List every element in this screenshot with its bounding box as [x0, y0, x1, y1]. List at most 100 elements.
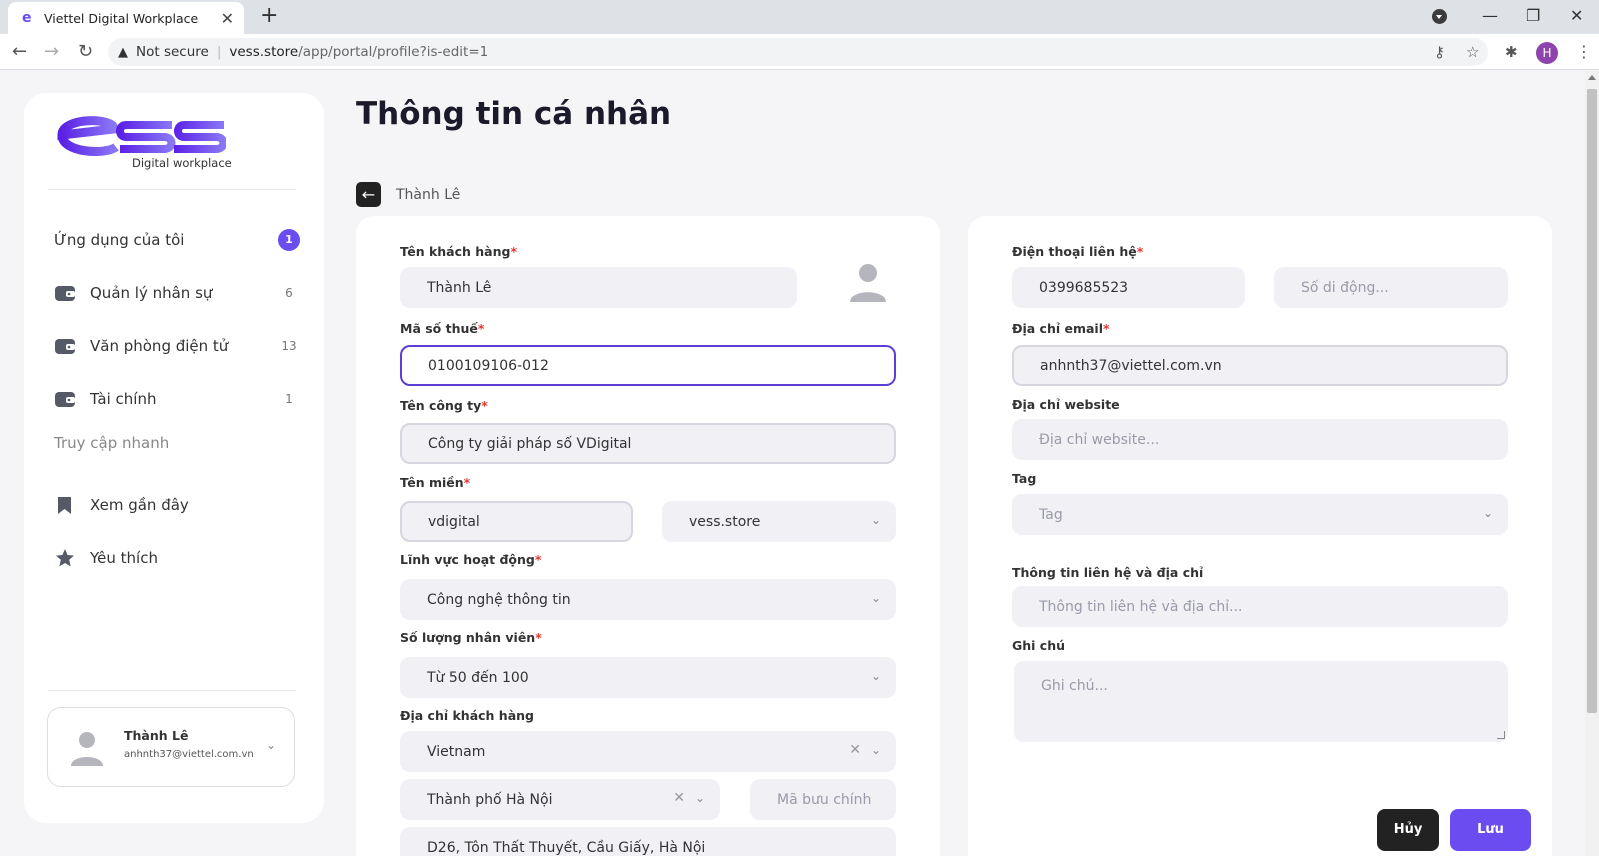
- note-label: Ghi chú: [1012, 638, 1066, 653]
- contact-info-input[interactable]: Thông tin liên hệ và địa chỉ...: [1012, 586, 1508, 627]
- scroll-up-icon[interactable]: [1588, 75, 1596, 80]
- star-icon: [56, 549, 74, 567]
- cancel-button[interactable]: Hủy: [1377, 809, 1439, 851]
- company-name-input[interactable]: Công ty giải pháp số VDigital: [400, 423, 896, 464]
- customer-name-label: Tên khách hàng*: [400, 244, 517, 259]
- placeholder-text: Mã bưu chính: [777, 791, 872, 808]
- back-button[interactable]: ←: [356, 182, 381, 207]
- browser-toolbar: ← → ↻ ▲ Not secure | vess.store /app/por…: [0, 34, 1599, 70]
- close-window-icon[interactable]: ✕: [1570, 6, 1583, 25]
- scrollbar-thumb[interactable]: [1587, 89, 1597, 713]
- website-label: Địa chỉ website: [1012, 397, 1120, 412]
- select-value: Thành phố Hà Nội: [427, 791, 553, 808]
- wallet-icon: [55, 392, 75, 407]
- placeholder-text: Ghi chú...: [1041, 678, 1108, 694]
- page-title: Thông tin cá nhân: [356, 96, 672, 132]
- sidebar-item-hr[interactable]: Quản lý nhân sự 6: [54, 276, 300, 310]
- website-input[interactable]: Địa chỉ website...: [1012, 419, 1508, 460]
- placeholder-text: Địa chỉ website...: [1039, 431, 1160, 448]
- city-select[interactable]: Thành phố Hà Nội ✕ ⌄: [400, 779, 720, 820]
- forward-arrow-icon[interactable]: →: [44, 41, 59, 62]
- profile-avatar[interactable]: H: [1536, 42, 1558, 64]
- mobile-input[interactable]: Số di động...: [1274, 267, 1508, 308]
- placeholder-text: Thông tin liên hệ và địa chỉ...: [1039, 598, 1243, 615]
- wallet-icon: [55, 339, 75, 354]
- address-bar[interactable]: ▲ Not secure | vess.store /app/portal/pr…: [108, 38, 1488, 66]
- sidebar-item-recent[interactable]: Xem gần đây: [54, 488, 300, 522]
- url-host: vess.store: [229, 44, 299, 60]
- wallet-icon: [55, 286, 75, 301]
- customer-name-input[interactable]: Thành Lê: [400, 267, 797, 308]
- required-mark: *: [1136, 244, 1144, 259]
- phone-label: Điện thoại liên hệ*: [1012, 244, 1143, 259]
- chevron-down-icon: ⌄: [1482, 506, 1493, 520]
- sidebar-item-label: Xem gần đây: [90, 496, 189, 514]
- domain-input[interactable]: vdigital: [400, 501, 633, 542]
- label-text: Địa chỉ email: [1012, 321, 1103, 336]
- select-value: vess.store: [689, 513, 761, 530]
- tab-title: Viettel Digital Workplace: [44, 10, 199, 26]
- email-input[interactable]: anhnth37@viettel.com.vn: [1012, 345, 1508, 386]
- chevron-down-icon: ⌄: [870, 669, 881, 683]
- resize-handle[interactable]: [1497, 731, 1505, 739]
- avatar-upload-icon[interactable]: [848, 262, 888, 302]
- company-name-label: Tên công ty*: [400, 398, 488, 413]
- country-select[interactable]: Vietnam ✕ ⌄: [400, 731, 896, 772]
- required-mark: *: [1103, 321, 1110, 336]
- chevron-down-icon[interactable]: ⌄: [266, 738, 276, 752]
- close-tab-icon[interactable]: ✕: [221, 9, 234, 28]
- new-tab-icon[interactable]: +: [260, 5, 278, 27]
- browser-tab[interactable]: e Viettel Digital Workplace ✕: [8, 2, 244, 34]
- employees-select[interactable]: Từ 50 đến 100 ⌄: [400, 657, 896, 698]
- my-apps-badge: 1: [278, 229, 300, 251]
- chevron-down-icon: ⌄: [870, 591, 881, 605]
- clear-icon[interactable]: ✕: [849, 742, 861, 758]
- save-button[interactable]: Lưu: [1450, 809, 1531, 851]
- domain-suffix-select[interactable]: vess.store ⌄: [662, 501, 896, 542]
- tax-code-input[interactable]: 0100109106-012: [400, 345, 896, 386]
- quick-access-heading: Truy cập nhanh: [54, 434, 170, 452]
- browser-tabbar: e Viettel Digital Workplace ✕ + — ❐ ✕: [0, 0, 1599, 34]
- street-address-input[interactable]: D26, Tôn Thất Thuyết, Cầu Giấy, Hà Nội: [400, 827, 896, 856]
- email-label: Địa chỉ email*: [1012, 321, 1110, 336]
- back-arrow-icon[interactable]: ←: [12, 41, 27, 62]
- label-text: Mã số thuế: [400, 321, 478, 336]
- divider: |: [216, 44, 222, 60]
- extensions-icon[interactable]: ✱: [1505, 43, 1518, 61]
- business-field-select[interactable]: Công nghệ thông tin ⌄: [400, 579, 896, 620]
- label-text: Số lượng nhân viên: [400, 630, 536, 645]
- sidebar-item-e-office[interactable]: Văn phòng điện tử 13: [54, 329, 300, 363]
- contact-info-label: Thông tin liên hệ và địa chỉ: [1012, 565, 1204, 580]
- user-card[interactable]: Thành Lê anhnth37@viettel.com.vn ⌄: [47, 707, 295, 787]
- chevron-down-icon: ⌄: [870, 743, 881, 757]
- label-text: Điện thoại liên hệ: [1012, 244, 1137, 259]
- sidebar-item-label: Tài chính: [90, 390, 157, 408]
- sidebar-item-count: 13: [281, 339, 297, 353]
- key-icon[interactable]: ⚷: [1434, 43, 1445, 61]
- sidebar-item-label: Văn phòng điện tử: [90, 337, 229, 355]
- postal-code-input[interactable]: Mã bưu chính: [750, 779, 896, 820]
- reload-icon[interactable]: ↻: [78, 41, 93, 62]
- employees-label: Số lượng nhân viên*: [400, 630, 542, 645]
- domain-label: Tên miền*: [400, 475, 470, 490]
- clear-icon[interactable]: ✕: [673, 790, 685, 806]
- sidebar-item-finance[interactable]: Tài chính 1: [54, 382, 300, 416]
- minimize-icon[interactable]: —: [1482, 6, 1498, 25]
- page-scrollbar[interactable]: [1585, 71, 1599, 856]
- note-textarea[interactable]: Ghi chú...: [1014, 661, 1508, 742]
- sidebar-item-favorites[interactable]: Yêu thích: [54, 541, 300, 575]
- logo-subtitle: Digital workplace: [132, 156, 232, 170]
- placeholder-text: Số di động...: [1301, 279, 1389, 296]
- user-name: Thành Lê: [124, 728, 189, 743]
- menu-icon[interactable]: ⋮: [1576, 42, 1592, 61]
- phone-input[interactable]: 0399685523: [1012, 267, 1245, 308]
- tag-select[interactable]: Tag ⌄: [1012, 494, 1508, 535]
- label-text: Lĩnh vực hoạt động: [400, 552, 535, 567]
- sidebar-item-my-apps[interactable]: Ứng dụng của tôi 1: [54, 223, 300, 257]
- label-text: Tên công ty: [400, 398, 482, 413]
- tab-search-icon[interactable]: [1432, 9, 1447, 24]
- star-icon[interactable]: ☆: [1466, 43, 1479, 61]
- restore-icon[interactable]: ❐: [1526, 6, 1540, 25]
- required-mark: *: [463, 475, 471, 490]
- url-path: /app/portal/profile?is-edit=1: [298, 44, 489, 60]
